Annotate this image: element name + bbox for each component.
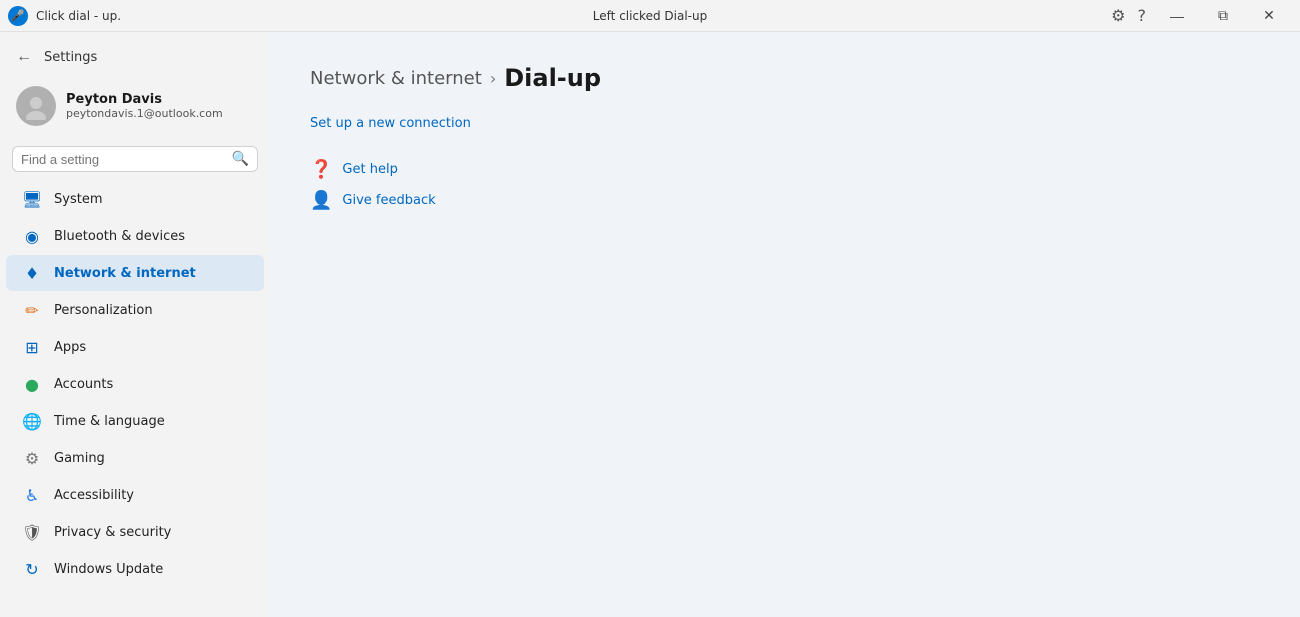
sidebar-item-update[interactable]: ↻ Windows Update	[6, 551, 264, 587]
close-button[interactable]: ✕	[1246, 0, 1292, 32]
breadcrumb-separator: ›	[490, 69, 496, 88]
sidebar-item-label-gaming: Gaming	[54, 451, 105, 466]
give-feedback-icon: 👤	[310, 190, 332, 211]
network-icon: ♦	[22, 263, 42, 283]
get-help-label: Get help	[342, 162, 397, 177]
help-item-get-help[interactable]: ❓ Get help	[310, 159, 1260, 180]
system-icon: 🖥	[22, 189, 42, 209]
sidebar-item-label-time: Time & language	[54, 414, 165, 429]
main-content: Network & internet › Dial-up Set up a ne…	[270, 32, 1300, 617]
sidebar-item-personalization[interactable]: ✏ Personalization	[6, 292, 264, 328]
sidebar-item-label-personalization: Personalization	[54, 303, 153, 318]
titlebar-center-title: Left clicked Dial-up	[593, 9, 707, 23]
sidebar: ← Settings Peyton Davis peytondavis.1@ou…	[0, 32, 270, 617]
back-button[interactable]: ←	[8, 44, 40, 70]
update-icon: ↻	[22, 559, 42, 579]
search-box[interactable]: 🔍	[12, 146, 258, 172]
user-info: Peyton Davis peytondavis.1@outlook.com	[66, 92, 223, 120]
sidebar-item-gaming[interactable]: ⚙ Gaming	[6, 440, 264, 476]
search-icon: 🔍	[232, 151, 249, 167]
sidebar-item-apps[interactable]: ⊞ Apps	[6, 329, 264, 365]
search-input[interactable]	[21, 152, 232, 167]
sidebar-item-bluetooth[interactable]: ◉ Bluetooth & devices	[6, 218, 264, 254]
titlebar-app-title: Click dial - up.	[36, 9, 121, 23]
app-body: ← Settings Peyton Davis peytondavis.1@ou…	[0, 32, 1300, 617]
privacy-icon: 🛡	[22, 522, 42, 542]
help-section: ❓ Get help 👤 Give feedback	[310, 159, 1260, 211]
titlebar: 🎤 Click dial - up. Left clicked Dial-up …	[0, 0, 1300, 32]
sidebar-item-system[interactable]: 🖥 System	[6, 181, 264, 217]
restore-button[interactable]: ⧉	[1200, 0, 1246, 32]
sidebar-item-label-accounts: Accounts	[54, 377, 113, 392]
sidebar-item-label-accessibility: Accessibility	[54, 488, 134, 503]
titlebar-left: 🎤 Click dial - up.	[8, 6, 121, 26]
give-feedback-label: Give feedback	[342, 193, 435, 208]
breadcrumb: Network & internet › Dial-up	[310, 64, 1260, 92]
sidebar-item-privacy[interactable]: 🛡 Privacy & security	[6, 514, 264, 550]
user-profile: Peyton Davis peytondavis.1@outlook.com	[0, 78, 270, 142]
nav-items: 🖥 System ◉ Bluetooth & devices ♦ Network & in…	[0, 180, 270, 617]
sidebar-item-accounts[interactable]: ● Accounts	[6, 366, 264, 402]
bluetooth-icon: ◉	[22, 226, 42, 246]
user-email: peytondavis.1@outlook.com	[66, 107, 223, 120]
sidebar-item-label-network: Network & internet	[54, 266, 196, 281]
sidebar-item-label-bluetooth: Bluetooth & devices	[54, 229, 185, 244]
get-help-icon: ❓	[310, 159, 332, 180]
accounts-icon: ●	[22, 374, 42, 394]
breadcrumb-current: Dial-up	[504, 64, 601, 92]
app-icon: 🎤	[8, 6, 28, 26]
titlebar-controls: — ⧉ ✕	[1154, 0, 1292, 32]
sidebar-item-network[interactable]: ♦ Network & internet	[6, 255, 264, 291]
help-icon[interactable]: ?	[1138, 6, 1147, 25]
sidebar-item-label-privacy: Privacy & security	[54, 525, 171, 540]
accessibility-icon: ♿	[22, 485, 42, 505]
time-icon: 🌐	[22, 411, 42, 431]
settings-icon[interactable]: ⚙	[1111, 6, 1125, 25]
help-item-give-feedback[interactable]: 👤 Give feedback	[310, 190, 1260, 211]
apps-icon: ⊞	[22, 337, 42, 357]
gaming-icon: ⚙	[22, 448, 42, 468]
sidebar-item-label-apps: Apps	[54, 340, 86, 355]
sidebar-item-accessibility[interactable]: ♿ Accessibility	[6, 477, 264, 513]
breadcrumb-parent: Network & internet	[310, 68, 482, 89]
sidebar-item-label-update: Windows Update	[54, 562, 163, 577]
sidebar-nav: ← Settings	[0, 44, 270, 78]
avatar	[16, 86, 56, 126]
titlebar-icons: ⚙ ?	[1111, 6, 1146, 25]
settings-label: Settings	[40, 50, 97, 65]
setup-link[interactable]: Set up a new connection	[310, 116, 1260, 131]
personalization-icon: ✏	[22, 300, 42, 320]
user-name: Peyton Davis	[66, 92, 223, 107]
minimize-button[interactable]: —	[1154, 0, 1200, 32]
sidebar-item-label-system: System	[54, 192, 102, 207]
sidebar-item-time[interactable]: 🌐 Time & language	[6, 403, 264, 439]
